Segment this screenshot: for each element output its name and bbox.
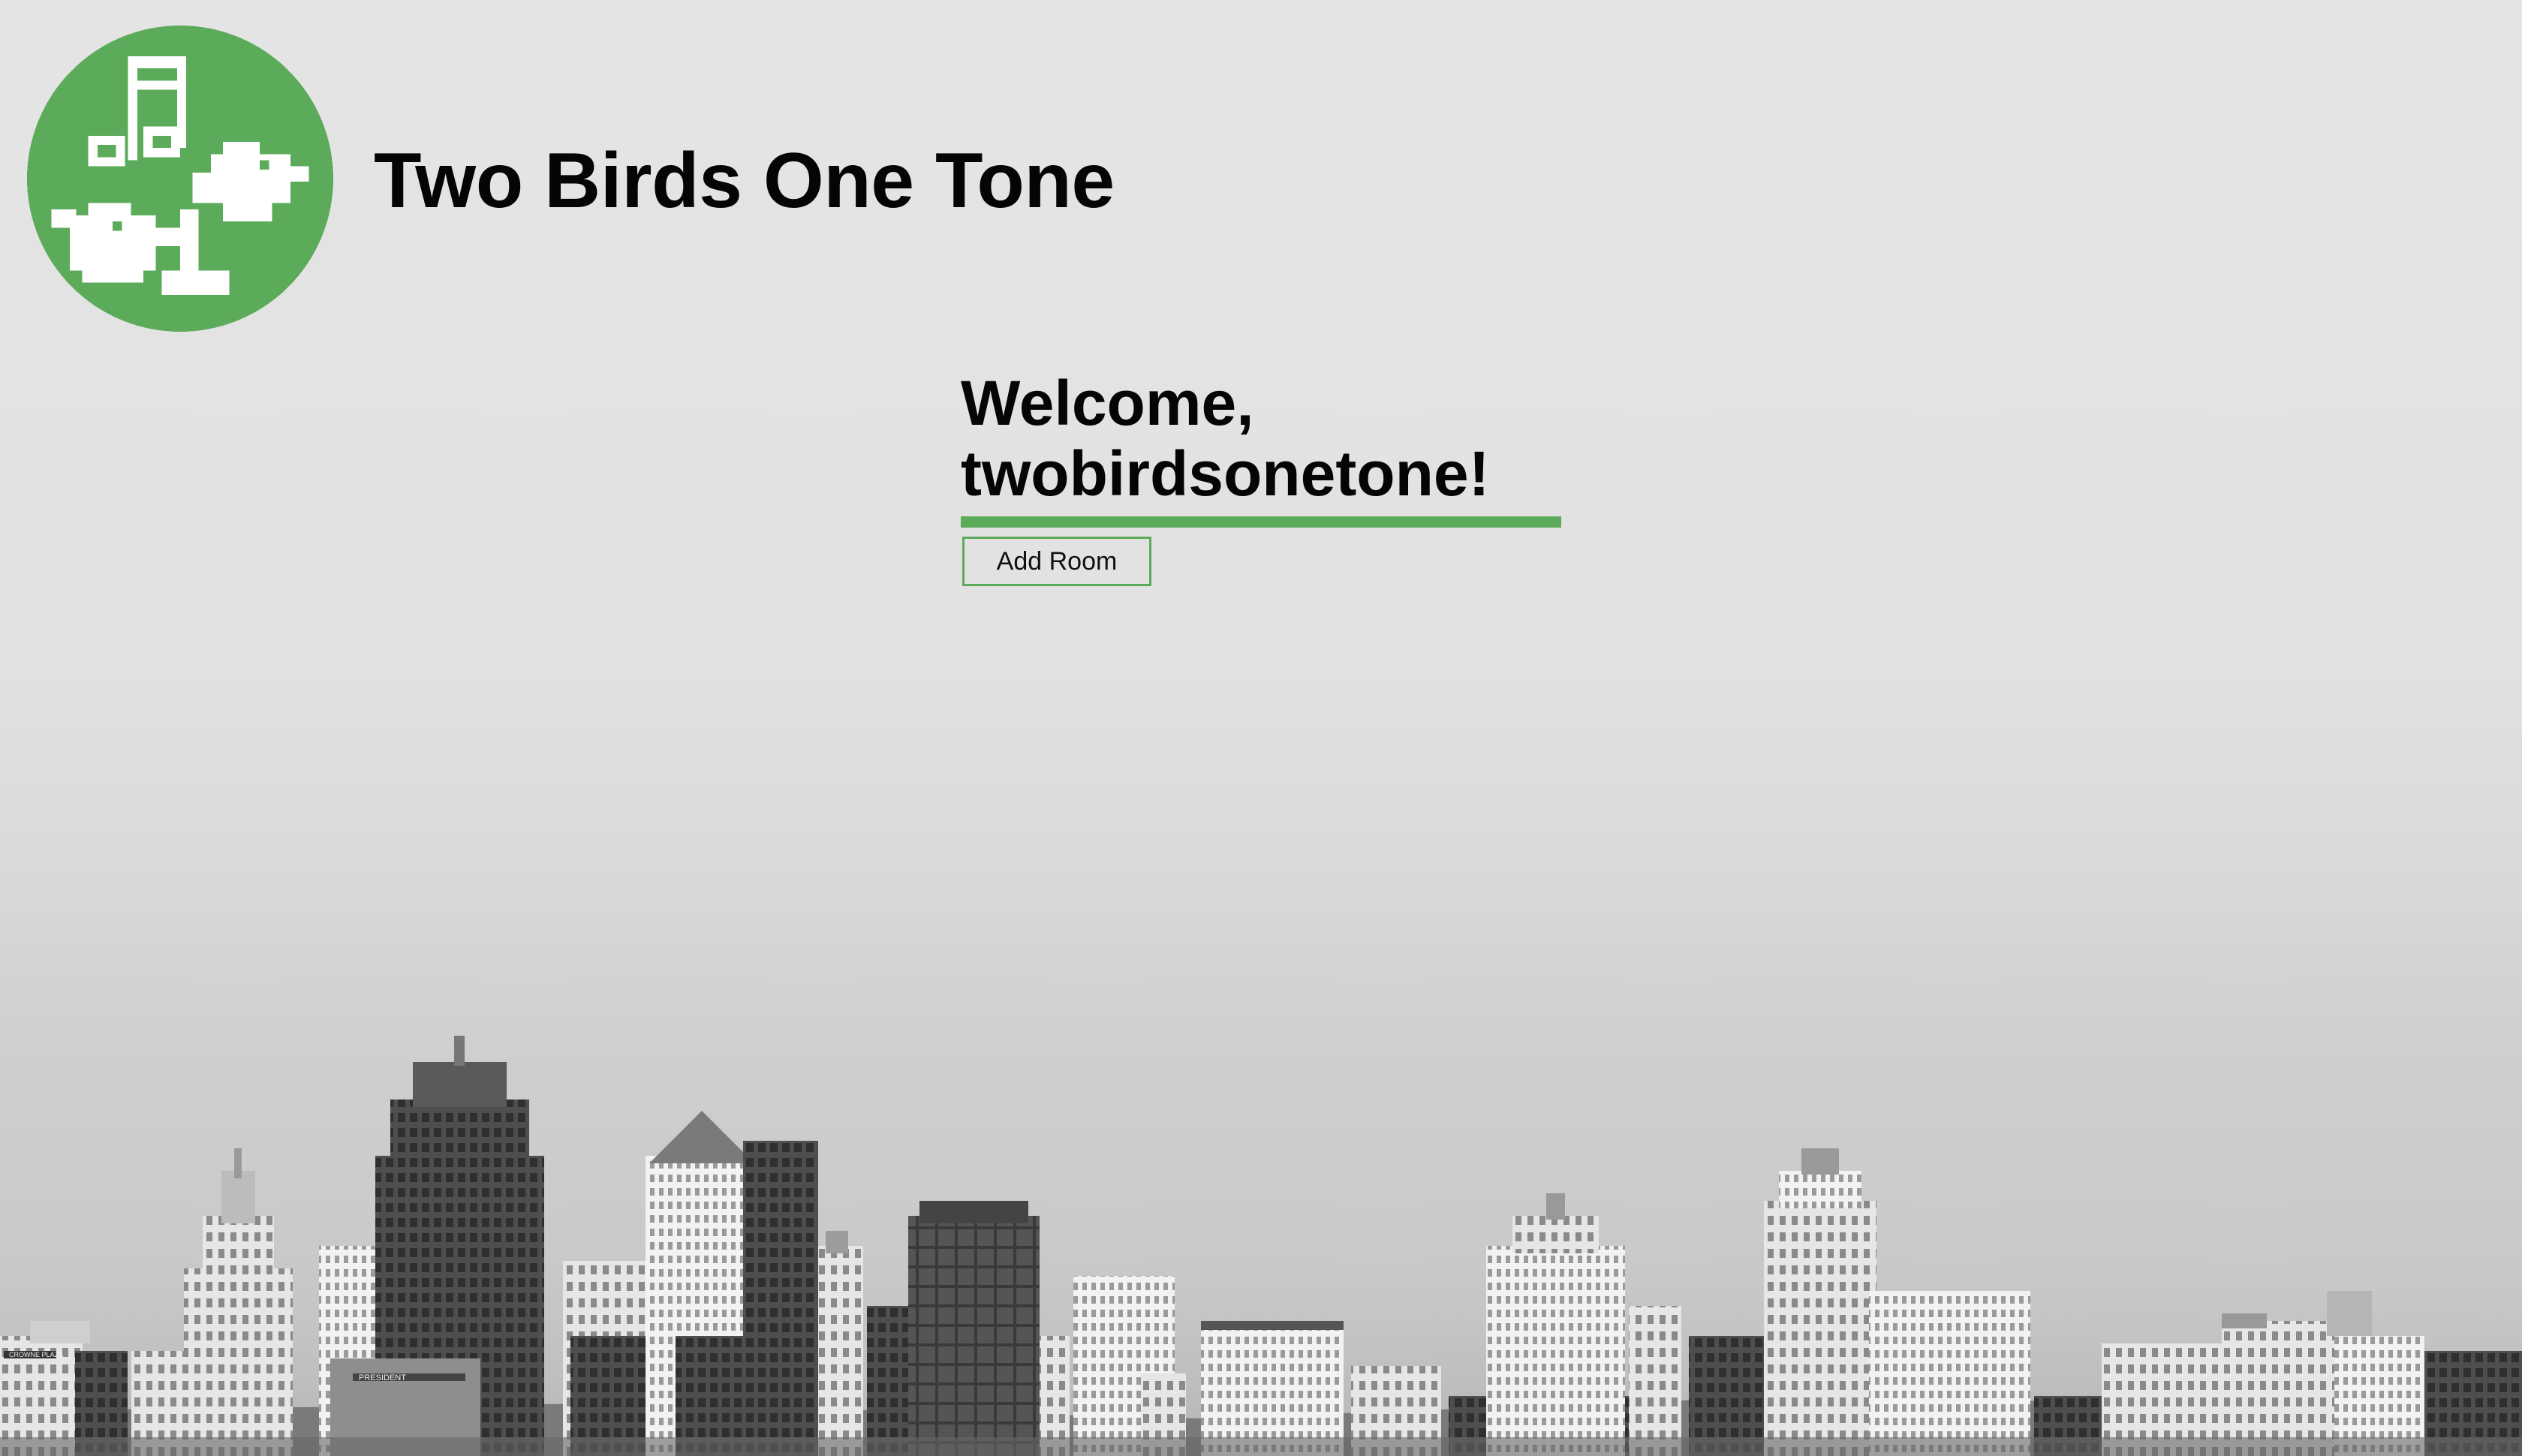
welcome-greeting: Welcome, (961, 368, 1254, 438)
site-title: Two Birds One Tone (374, 137, 1115, 224)
city-skyline-background: CROWNE PLAZA PRESIDENT (0, 1036, 2522, 1456)
welcome-section: Welcome, twobirdsonetone! Add Room (961, 368, 1561, 586)
welcome-username: twobirdsonetone! (961, 438, 1490, 509)
welcome-underline (961, 516, 1561, 528)
add-room-button[interactable]: Add Room (962, 537, 1151, 586)
crowne-plaza-sign: CROWNE PLAZA (9, 1351, 63, 1358)
welcome-heading: Welcome, twobirdsonetone! (961, 368, 1561, 509)
logo-icon (27, 26, 333, 332)
president-sign: PRESIDENT (359, 1373, 406, 1382)
